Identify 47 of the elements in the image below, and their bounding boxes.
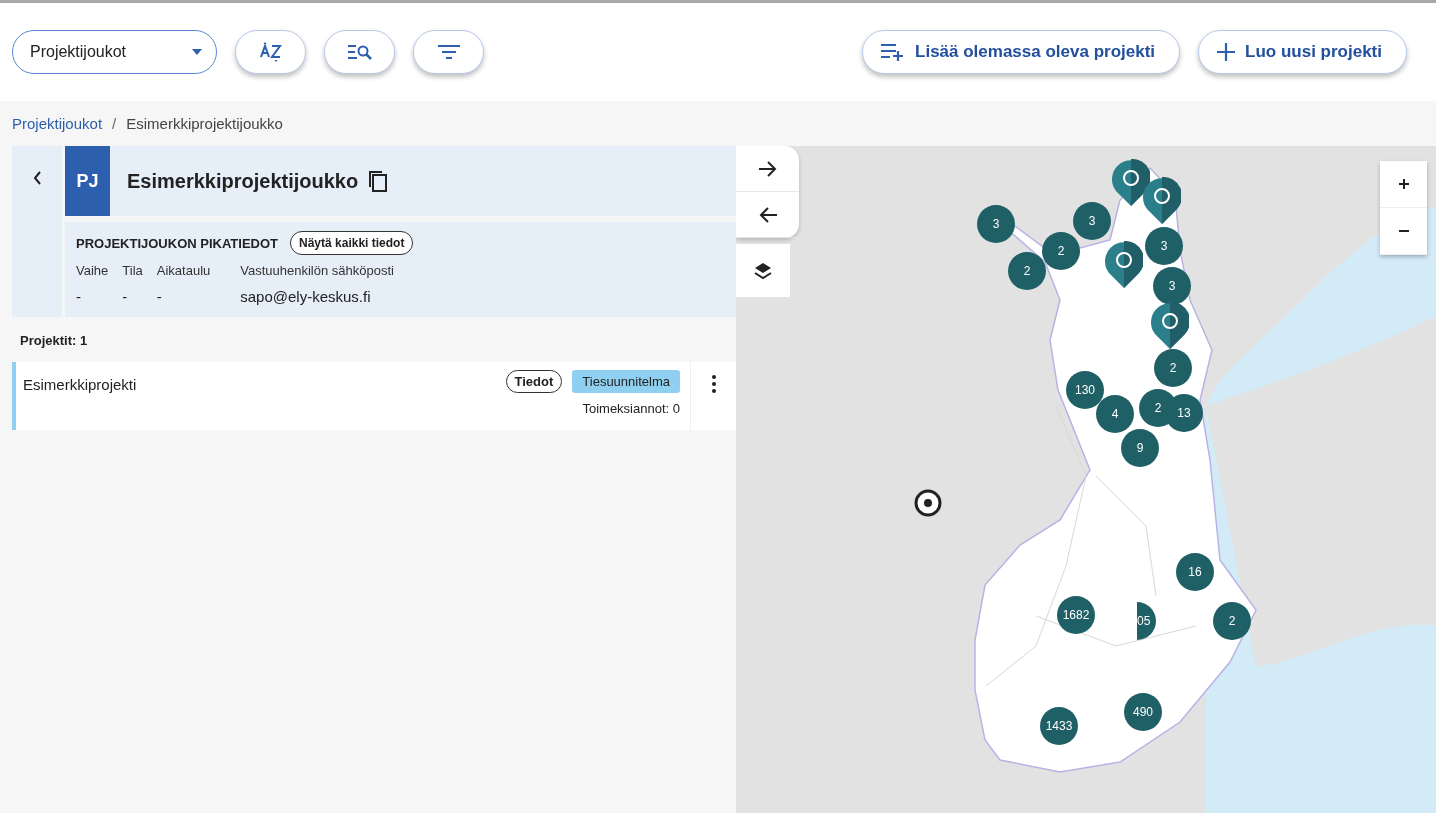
field-value: sapo@ely-keskus.fi (240, 288, 372, 305)
map-pin-icon[interactable] (1143, 177, 1181, 225)
field-label: Vastuuhenkilön sähköposti (240, 263, 394, 278)
group-select[interactable]: Projektijoukot (12, 30, 217, 74)
more-vertical-icon (711, 375, 716, 393)
action-button[interactable]: Lisää olemassa oleva projekti (862, 30, 1181, 74)
layers-icon (754, 261, 772, 280)
copy-icon[interactable] (369, 170, 388, 192)
map-drawing[interactable] (736, 146, 1436, 813)
group-name: Esimerkkiprojektijoukko (127, 169, 359, 193)
breadcrumb-separator: / (112, 115, 117, 132)
projects-count: Projektit: 1 (19, 332, 89, 350)
group-badge: PJ (65, 146, 110, 216)
add-list-icon (881, 43, 906, 61)
field-value: - (156, 288, 163, 305)
search-list-button[interactable] (324, 30, 395, 74)
arrow-left-icon (758, 206, 777, 223)
filter-icon (437, 45, 460, 59)
dropdown-caret-icon (192, 49, 202, 55)
field-label: Tila (122, 263, 143, 278)
breadcrumb-link[interactable]: Projektijoukot (12, 115, 103, 132)
minus-icon (1398, 230, 1409, 232)
field-value: - (76, 288, 82, 305)
chevron-left-icon (32, 171, 42, 185)
layers-button[interactable] (736, 244, 790, 297)
plus-icon (1398, 179, 1409, 189)
project-type-tag: Tiesuunnitelma (572, 370, 680, 393)
map-pin-icon[interactable] (1105, 241, 1143, 289)
field-label: Vaihe (76, 263, 109, 278)
location-target-icon[interactable] (914, 489, 942, 517)
sort-button[interactable] (235, 30, 306, 74)
action-button[interactable]: Luo uusi projekti (1198, 30, 1407, 74)
quick-info-title: PROJEKTIJOUKON PIKATIEDOT (76, 235, 278, 251)
arrow-right-icon (758, 160, 777, 177)
current-page-title: Esimerkkiprojektijoukko (126, 115, 283, 132)
info-button[interactable]: Tiedot (505, 370, 563, 393)
plus-icon (1217, 43, 1236, 61)
filter-button[interactable] (413, 30, 484, 74)
sort-alphabetical-icon (258, 41, 283, 63)
field-label: Aikataulu (156, 263, 211, 278)
field-value: - (122, 288, 129, 305)
project-row[interactable]: Esimerkkiprojekti Tiedot Tiesuunnitelma Toimeksiannot: 0 (12, 362, 736, 430)
list-search-icon (347, 44, 372, 60)
project-name: Esimerkkiprojekti (23, 375, 138, 393)
assignments-count: Toimeksiannot: 0 (582, 401, 680, 416)
map-pin-icon[interactable] (1151, 302, 1189, 350)
show-all-info-button[interactable]: Näytä kaikki tiedot (290, 231, 414, 255)
